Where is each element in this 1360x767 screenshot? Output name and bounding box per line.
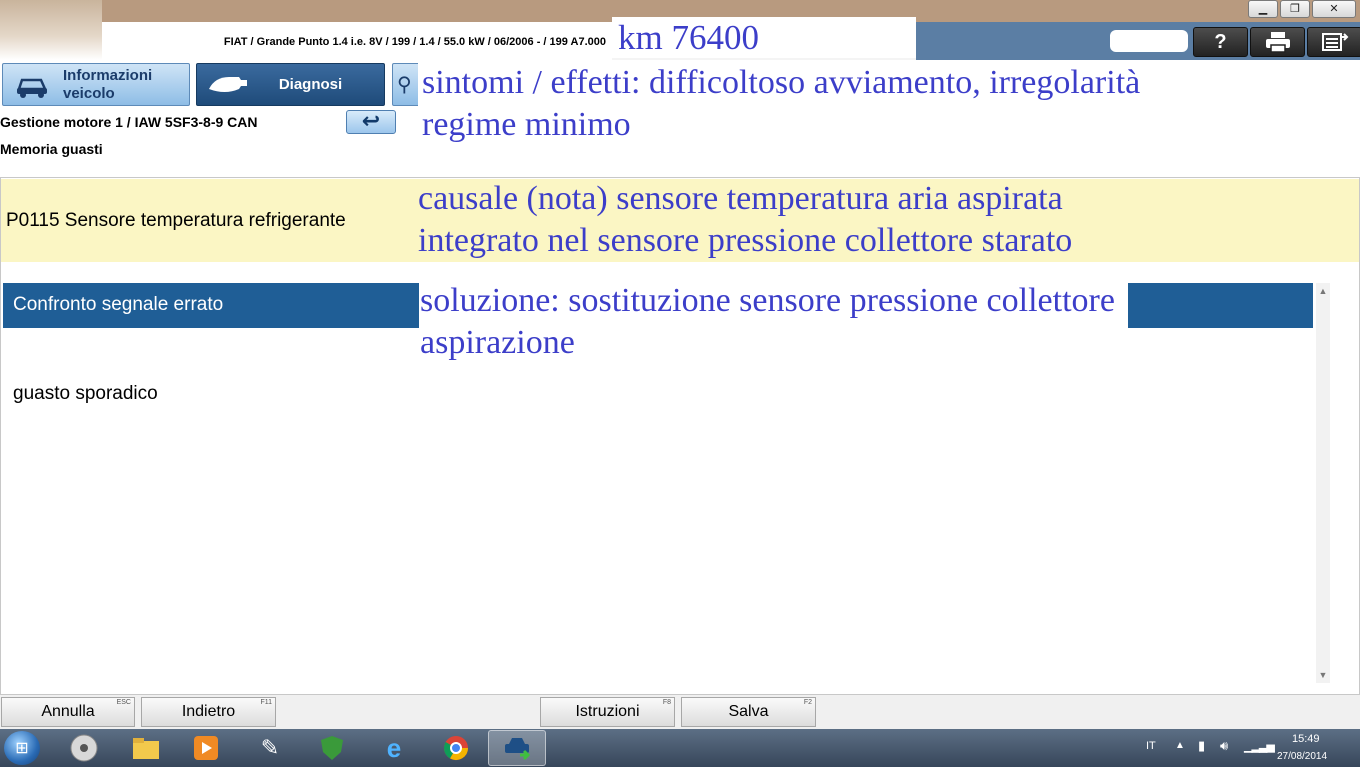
- close-button[interactable]: ✕: [1312, 0, 1356, 18]
- network-icon[interactable]: ▁▂▃▅: [1244, 740, 1275, 753]
- volume-icon[interactable]: 🔊︎: [1220, 738, 1228, 754]
- back-button[interactable]: ↩: [346, 110, 396, 134]
- window-controls: ▁ ❐ ✕: [1248, 0, 1356, 18]
- causale-note: causale (nota) sensore temperatura aria …: [418, 180, 1073, 259]
- diagnostic-plug-icon: [197, 65, 257, 105]
- redacted-area: [1110, 30, 1188, 52]
- fault-type: guasto sporadico: [13, 383, 158, 404]
- back-arrow-icon: ↩: [361, 108, 381, 133]
- section-title: Memoria guasti: [0, 141, 103, 157]
- shortcut-key: ESC: [116, 699, 131, 706]
- help-icon: ?: [1214, 31, 1227, 53]
- minimize-button[interactable]: ▁: [1248, 0, 1278, 18]
- signal-error-header: Confronto segnale errato: [3, 283, 419, 328]
- printer-icon: [1265, 32, 1290, 53]
- scroll-down-icon[interactable]: ▼: [1316, 668, 1330, 682]
- language-indicator[interactable]: IT: [1146, 740, 1156, 752]
- ecu-title: Gestione motore 1 / IAW 5SF3-8-9 CAN: [0, 114, 258, 130]
- taskbar-app-ie[interactable]: e: [374, 731, 414, 765]
- taskbar-app-tool[interactable]: ✎: [250, 731, 290, 765]
- tab-label: Diagnosi: [278, 76, 343, 93]
- button-label: Indietro: [181, 703, 236, 720]
- taskbar-app-chrome[interactable]: [436, 731, 476, 765]
- car-diagnostic-icon: [505, 738, 531, 761]
- menu-button[interactable]: [1307, 27, 1360, 57]
- button-label: Salva: [728, 703, 769, 720]
- button-label: Annulla: [41, 703, 95, 720]
- battery-icon[interactable]: ▮: [1198, 738, 1205, 754]
- signal-error-header-right: [1128, 283, 1313, 328]
- start-button[interactable]: ⊞: [4, 731, 40, 765]
- button-label: Istruzioni: [575, 703, 640, 720]
- scrollbar[interactable]: [1316, 283, 1330, 683]
- print-button[interactable]: [1250, 27, 1305, 57]
- istruzioni-button[interactable]: Istruzioni F8: [540, 697, 675, 727]
- taskbar-app-explorer[interactable]: [126, 731, 166, 765]
- shield-icon: [321, 736, 343, 760]
- desktop-background-strip: [0, 0, 102, 60]
- scroll-up-icon[interactable]: ▲: [1316, 284, 1330, 298]
- windows-logo-icon: ⊞: [15, 740, 29, 757]
- shortcut-key: F8: [662, 699, 671, 706]
- tab-label: Informazioni veicolo: [63, 66, 153, 102]
- indietro-button[interactable]: Indietro F11: [141, 697, 276, 727]
- taskbar-app-security[interactable]: [312, 731, 352, 765]
- shortcut-key: F11: [260, 699, 272, 706]
- km-note: km 76400: [612, 17, 916, 58]
- soluzione-note: soluzione: sostituzione sensore pression…: [420, 282, 1115, 361]
- folder-icon: [133, 738, 159, 759]
- salva-button[interactable]: Salva F2: [681, 697, 816, 727]
- clock-date[interactable]: 27/08/2014: [1277, 751, 1327, 762]
- car-icon: [3, 65, 63, 105]
- taskbar-app-diagnosi[interactable]: [497, 731, 537, 765]
- clock-time[interactable]: 15:49: [1292, 733, 1320, 745]
- disc-icon: [70, 734, 98, 762]
- fault-code: P0115 Sensore temperatura refrigerante: [6, 210, 346, 231]
- sintomi-note: sintomi / effetti: difficoltoso avviamen…: [418, 62, 1146, 146]
- vehicle-info: FIAT / Grande Punto 1.4 i.e. 8V / 199 / …: [102, 22, 612, 60]
- help-button[interactable]: ?: [1193, 27, 1248, 57]
- tab-informazioni-veicolo[interactable]: Informazioni veicolo: [2, 63, 190, 106]
- tray-expand-icon[interactable]: ▲: [1175, 740, 1185, 751]
- restore-button[interactable]: ❐: [1280, 0, 1310, 18]
- internet-explorer-icon: e: [386, 732, 402, 763]
- annulla-button[interactable]: Annulla ESC: [1, 697, 135, 727]
- menu-exit-icon: [1321, 33, 1348, 51]
- tab-diagnosi[interactable]: Diagnosi: [196, 63, 385, 106]
- chrome-icon: [443, 736, 468, 761]
- media-player-icon: [194, 736, 218, 760]
- search-icon: ⚲: [397, 74, 412, 96]
- taskbar-app-disc[interactable]: [64, 731, 104, 765]
- shortcut-key: F2: [803, 699, 812, 706]
- taskbar-app-media[interactable]: [186, 731, 226, 765]
- tool-icon: ✎: [260, 735, 280, 760]
